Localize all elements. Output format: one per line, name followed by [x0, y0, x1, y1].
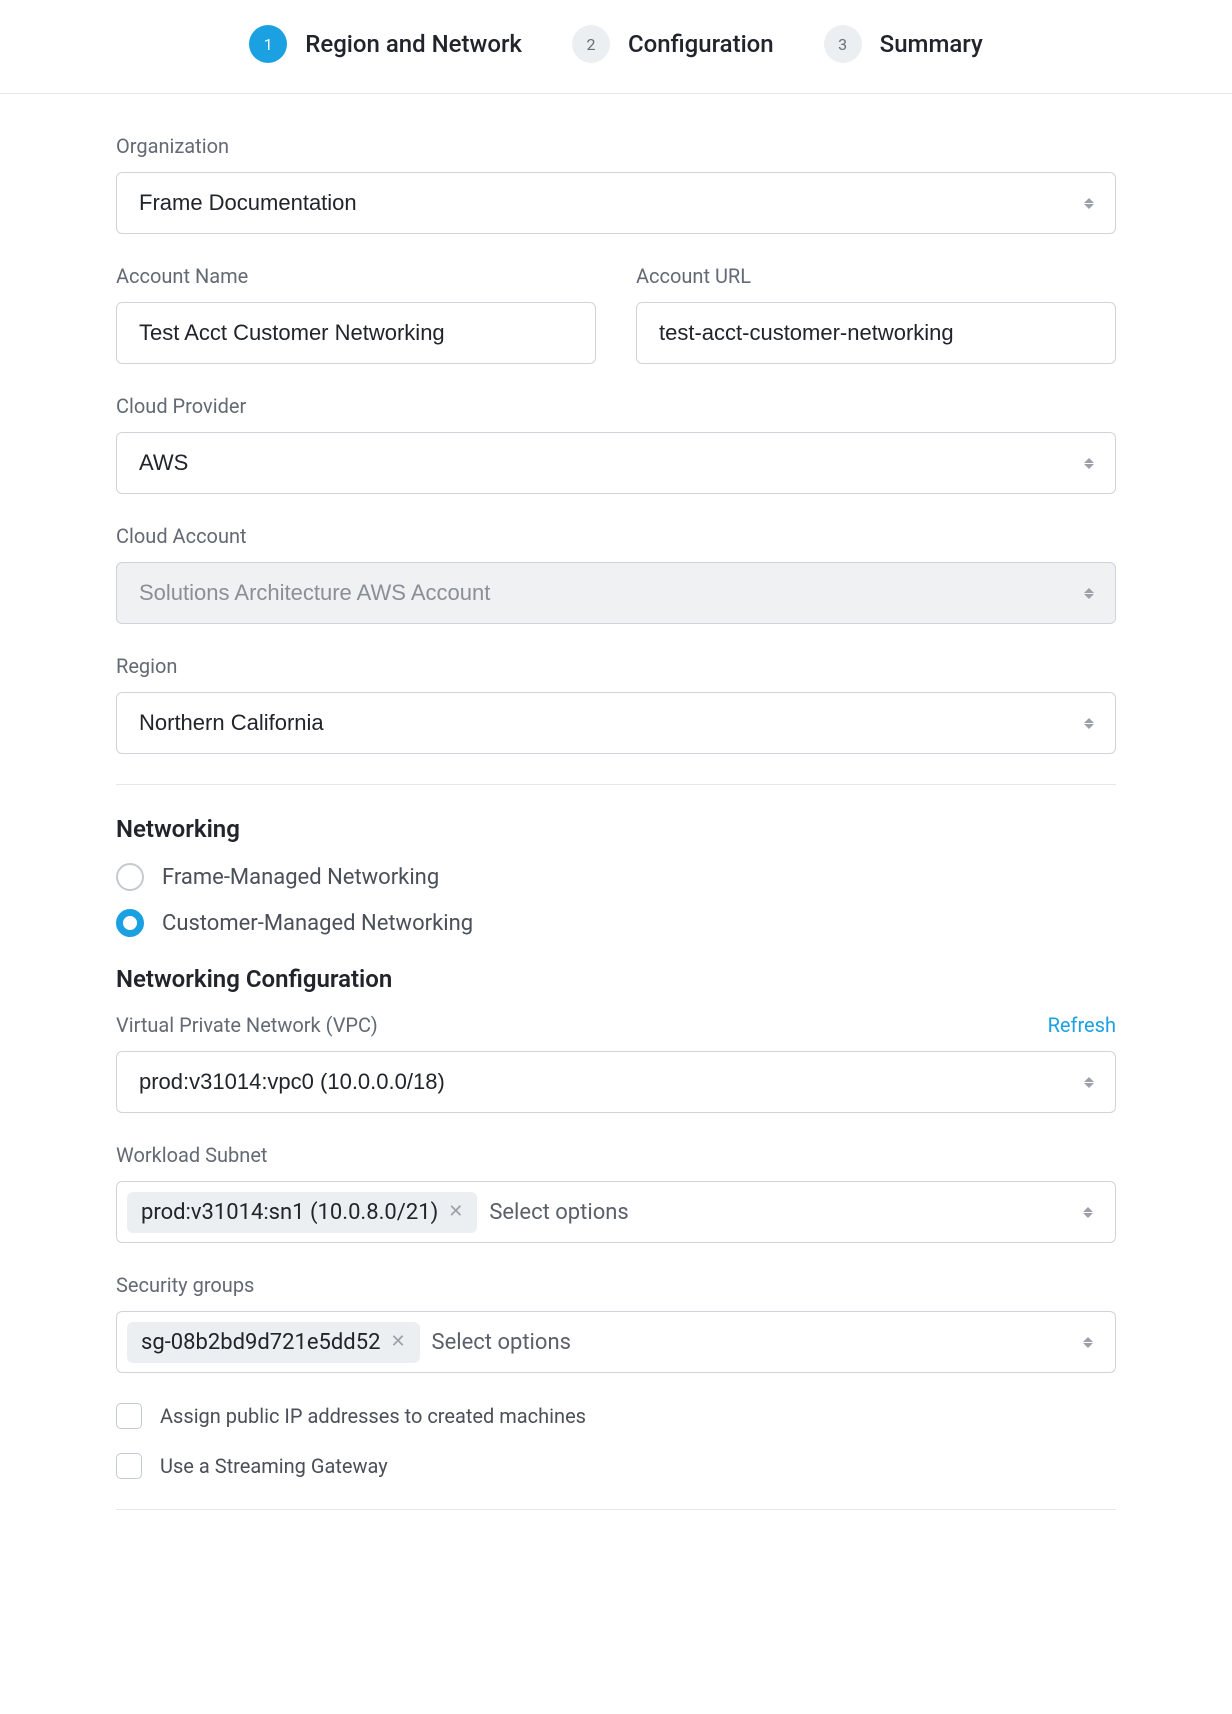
refresh-link[interactable]: Refresh: [1048, 1013, 1116, 1037]
checkbox-assign-public-ip[interactable]: Assign public IP addresses to created ma…: [116, 1403, 1116, 1429]
radio-label: Customer-Managed Networking: [162, 911, 473, 936]
checkbox-icon: [116, 1403, 142, 1429]
step-label: Region and Network: [305, 30, 522, 58]
chip-label: prod:v31014:sn1 (10.0.8.0/21): [141, 1200, 438, 1225]
multiselect-placeholder: Select options: [432, 1330, 571, 1355]
vpc-label: Virtual Private Network (VPC): [116, 1013, 378, 1037]
stepper: 1 Region and Network 2 Configuration 3 S…: [0, 0, 1232, 94]
divider: [116, 1509, 1116, 1510]
cloud-provider-label: Cloud Provider: [116, 394, 1116, 418]
step-label: Summary: [880, 30, 983, 58]
close-icon[interactable]: ✕: [390, 1333, 405, 1351]
cloud-account-label: Cloud Account: [116, 524, 1116, 548]
security-groups-select[interactable]: sg-08b2bd9d721e5dd52 ✕ Select options: [116, 1311, 1116, 1373]
checkbox-label: Assign public IP addresses to created ma…: [160, 1404, 586, 1428]
account-name-label: Account Name: [116, 264, 596, 288]
close-icon[interactable]: ✕: [448, 1203, 463, 1221]
organization-select[interactable]: [116, 172, 1116, 234]
chip-security-group: sg-08b2bd9d721e5dd52 ✕: [127, 1322, 420, 1363]
step-summary[interactable]: 3 Summary: [824, 25, 983, 63]
networking-title: Networking: [116, 815, 1116, 843]
vpc-select[interactable]: [116, 1051, 1116, 1113]
step-region-network[interactable]: 1 Region and Network: [249, 25, 522, 63]
radio-frame-managed[interactable]: Frame-Managed Networking: [116, 863, 1116, 891]
account-name-input[interactable]: [116, 302, 596, 364]
radio-customer-managed[interactable]: Customer-Managed Networking: [116, 909, 1116, 937]
step-badge-2: 2: [572, 25, 610, 63]
chip-subnet: prod:v31014:sn1 (10.0.8.0/21) ✕: [127, 1192, 477, 1233]
region-label: Region: [116, 654, 1116, 678]
checkbox-label: Use a Streaming Gateway: [160, 1454, 388, 1478]
account-url-label: Account URL: [636, 264, 1116, 288]
chevron-updown-icon: [1083, 1332, 1097, 1352]
checkbox-icon: [116, 1453, 142, 1479]
divider: [116, 784, 1116, 785]
radio-label: Frame-Managed Networking: [162, 865, 439, 890]
radio-icon: [116, 863, 144, 891]
step-badge-3: 3: [824, 25, 862, 63]
networking-config-title: Networking Configuration: [116, 965, 1116, 993]
chevron-updown-icon: [1083, 1202, 1097, 1222]
radio-icon: [116, 909, 144, 937]
cloud-account-select[interactable]: [116, 562, 1116, 624]
workload-subnet-select[interactable]: prod:v31014:sn1 (10.0.8.0/21) ✕ Select o…: [116, 1181, 1116, 1243]
checkbox-streaming-gateway[interactable]: Use a Streaming Gateway: [116, 1453, 1116, 1479]
cloud-provider-select[interactable]: [116, 432, 1116, 494]
step-configuration[interactable]: 2 Configuration: [572, 25, 774, 63]
account-url-input[interactable]: [636, 302, 1116, 364]
organization-label: Organization: [116, 134, 1116, 158]
region-select[interactable]: [116, 692, 1116, 754]
chip-label: sg-08b2bd9d721e5dd52: [141, 1330, 380, 1355]
security-groups-label: Security groups: [116, 1273, 1116, 1297]
workload-subnet-label: Workload Subnet: [116, 1143, 1116, 1167]
multiselect-placeholder: Select options: [489, 1200, 628, 1225]
step-badge-1: 1: [249, 25, 287, 63]
step-label: Configuration: [628, 30, 774, 58]
